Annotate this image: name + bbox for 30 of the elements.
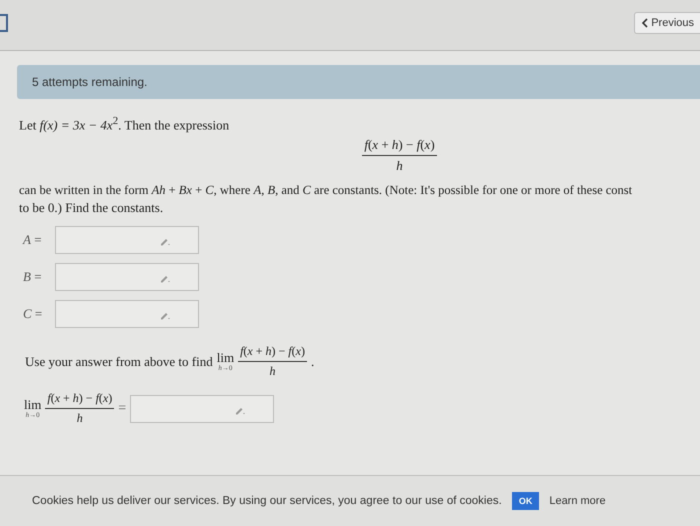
period: . <box>310 353 314 370</box>
problem-text: can be written in the form Ah + Bx + C, where A, B, and C are constants. (Note: It's possible for one or more of these const <box>19 182 634 200</box>
limit-word: lim <box>24 398 42 412</box>
problem-text: Let f(x) = 3x − 4x$^{2}$. Then the expression <box>19 114 230 134</box>
alert-text: 5 attempts remaining. <box>32 75 148 89</box>
answer-field[interactable] <box>130 394 274 423</box>
equals-sign: = <box>118 400 126 417</box>
fraction-numerator: f(x + h) − f(x) <box>238 344 307 362</box>
fraction-denominator: h <box>76 410 83 426</box>
problem-text: Use your answer from above to find <box>25 353 213 370</box>
chevron-left-icon <box>641 18 648 28</box>
previous-button[interactable]: Previous <box>634 12 700 34</box>
learn-more-link[interactable]: Learn more <box>549 495 606 507</box>
pencil-icon <box>160 310 172 320</box>
fraction-numerator: f(x + h) − f(x) <box>45 391 114 410</box>
pencil-icon <box>160 273 172 284</box>
pencil-icon <box>160 236 172 246</box>
answer-field[interactable] <box>55 226 199 254</box>
answer-label: B = <box>23 269 43 286</box>
limit-word: lim <box>216 351 234 364</box>
fraction-numerator: f(x + h) − f(x) <box>362 137 437 156</box>
answer-label: C = <box>23 306 44 322</box>
answer-field[interactable] <box>55 263 199 292</box>
cookie-text: Cookies help us deliver our services. By using our services, you agree to our use of cookies. <box>32 495 502 507</box>
ok-button[interactable]: OK <box>512 492 540 510</box>
answer-label: A = <box>23 232 43 248</box>
problem-text: to be 0.) Find the constants. <box>19 199 164 216</box>
fraction-denominator: h <box>396 157 403 174</box>
answer-field[interactable] <box>55 300 199 328</box>
fraction-denominator: h <box>270 363 276 380</box>
